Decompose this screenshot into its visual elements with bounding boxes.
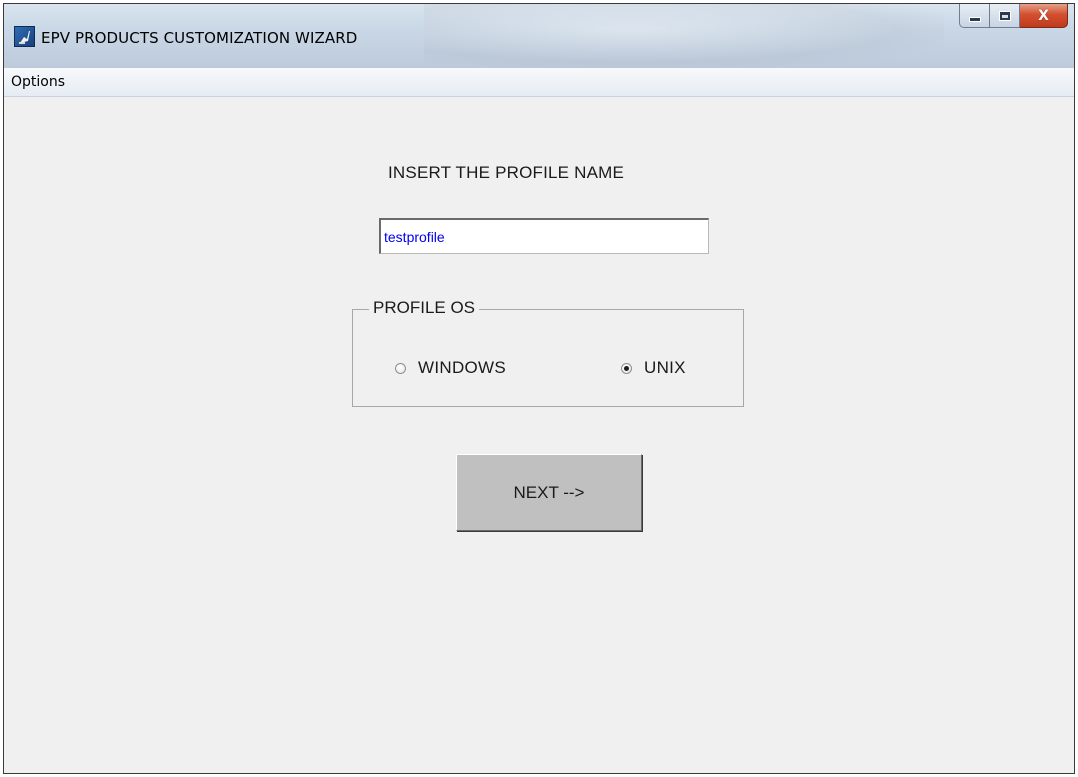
radio-windows[interactable] <box>395 362 406 374</box>
title-bar-background <box>424 4 944 68</box>
close-icon: X <box>1038 7 1049 24</box>
next-button[interactable]: NEXT --> <box>456 454 642 531</box>
wizard-window: EPV PRODUCTS CUSTOMIZATION WIZARD X Opti… <box>3 3 1075 774</box>
profile-os-title: PROFILE OS <box>369 298 480 318</box>
profile-os-group: PROFILE OS WINDOWS UNIX <box>352 298 744 407</box>
close-button[interactable]: X <box>1020 4 1068 28</box>
maximize-button[interactable] <box>990 4 1020 28</box>
profile-name-input[interactable] <box>379 218 709 254</box>
radio-unix[interactable] <box>621 362 632 374</box>
minimize-icon <box>968 17 981 22</box>
minimize-button[interactable] <box>959 4 990 28</box>
caption-buttons: X <box>959 4 1068 30</box>
menu-options[interactable]: Options <box>11 74 65 90</box>
os-option-windows[interactable]: WINDOWS <box>395 358 506 378</box>
title-bar[interactable]: EPV PRODUCTS CUSTOMIZATION WIZARD X <box>4 4 1074 68</box>
menu-bar: Options <box>4 68 1074 97</box>
profile-name-label: INSERT THE PROFILE NAME <box>388 163 625 182</box>
os-option-unix[interactable]: UNIX <box>621 358 686 378</box>
wizard-content: INSERT THE PROFILE NAME PROFILE OS WINDO… <box>4 97 1074 773</box>
os-option-windows-label: WINDOWS <box>418 358 507 377</box>
window-title: EPV PRODUCTS CUSTOMIZATION WIZARD <box>41 29 358 47</box>
app-icon[interactable] <box>14 26 35 47</box>
os-option-unix-label: UNIX <box>644 358 686 377</box>
maximize-icon <box>998 10 1011 21</box>
